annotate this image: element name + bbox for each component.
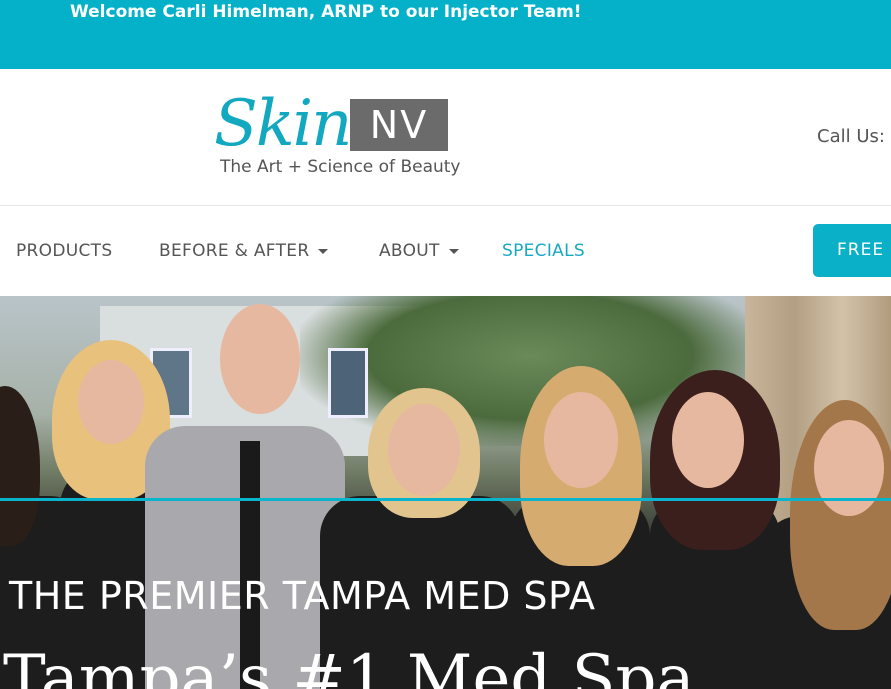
staff-face [672, 392, 744, 488]
logo-nv-box: NV [350, 99, 448, 151]
announcement-text[interactable]: Welcome Carli Himelman, ARNP to our Inje… [70, 2, 582, 22]
nav-item-products[interactable]: PRODUCTS [16, 241, 112, 261]
hero-photo-window [328, 348, 368, 418]
chevron-down-icon [448, 248, 459, 254]
staff-face [78, 360, 144, 444]
site-header: Skin NV The Art + Science of Beauty Call… [0, 69, 891, 206]
nav-item-before-after[interactable]: BEFORE & AFTER [159, 241, 329, 261]
main-nav: PRODUCTS BEFORE & AFTER ABOUT SPECIALS F… [0, 207, 891, 296]
staff-face [388, 404, 460, 496]
nav-item-specials[interactable]: SPECIALS [502, 241, 585, 261]
logo-skin-text: Skin [214, 87, 352, 161]
nav-item-label: ABOUT [379, 241, 440, 261]
nav-item-label: BEFORE & AFTER [159, 241, 310, 261]
staff-face [220, 304, 300, 414]
chevron-down-icon [318, 248, 329, 254]
skinnv-logo[interactable]: Skin NV The Art + Science of Beauty [214, 87, 461, 183]
announcement-bar: Welcome Carli Himelman, ARNP to our Inje… [0, 0, 891, 69]
hero-accent-line [0, 498, 891, 501]
hero-banner: THE PREMIER TAMPA MED SPA Tampa’s #1 Med… [0, 296, 891, 689]
logo-tagline: The Art + Science of Beauty [220, 157, 461, 177]
nav-item-about[interactable]: ABOUT [379, 241, 459, 261]
staff-face [814, 420, 884, 516]
staff-face [544, 392, 618, 488]
nav-item-label: PRODUCTS [16, 241, 113, 261]
call-us-label: Call Us: [817, 126, 885, 147]
free-consult-button[interactable]: FREE [813, 224, 891, 277]
hero-title: Tampa’s #1 Med Spa [3, 642, 695, 689]
hero-subtitle: THE PREMIER TAMPA MED SPA [9, 574, 596, 618]
nav-item-label: SPECIALS [502, 241, 585, 261]
